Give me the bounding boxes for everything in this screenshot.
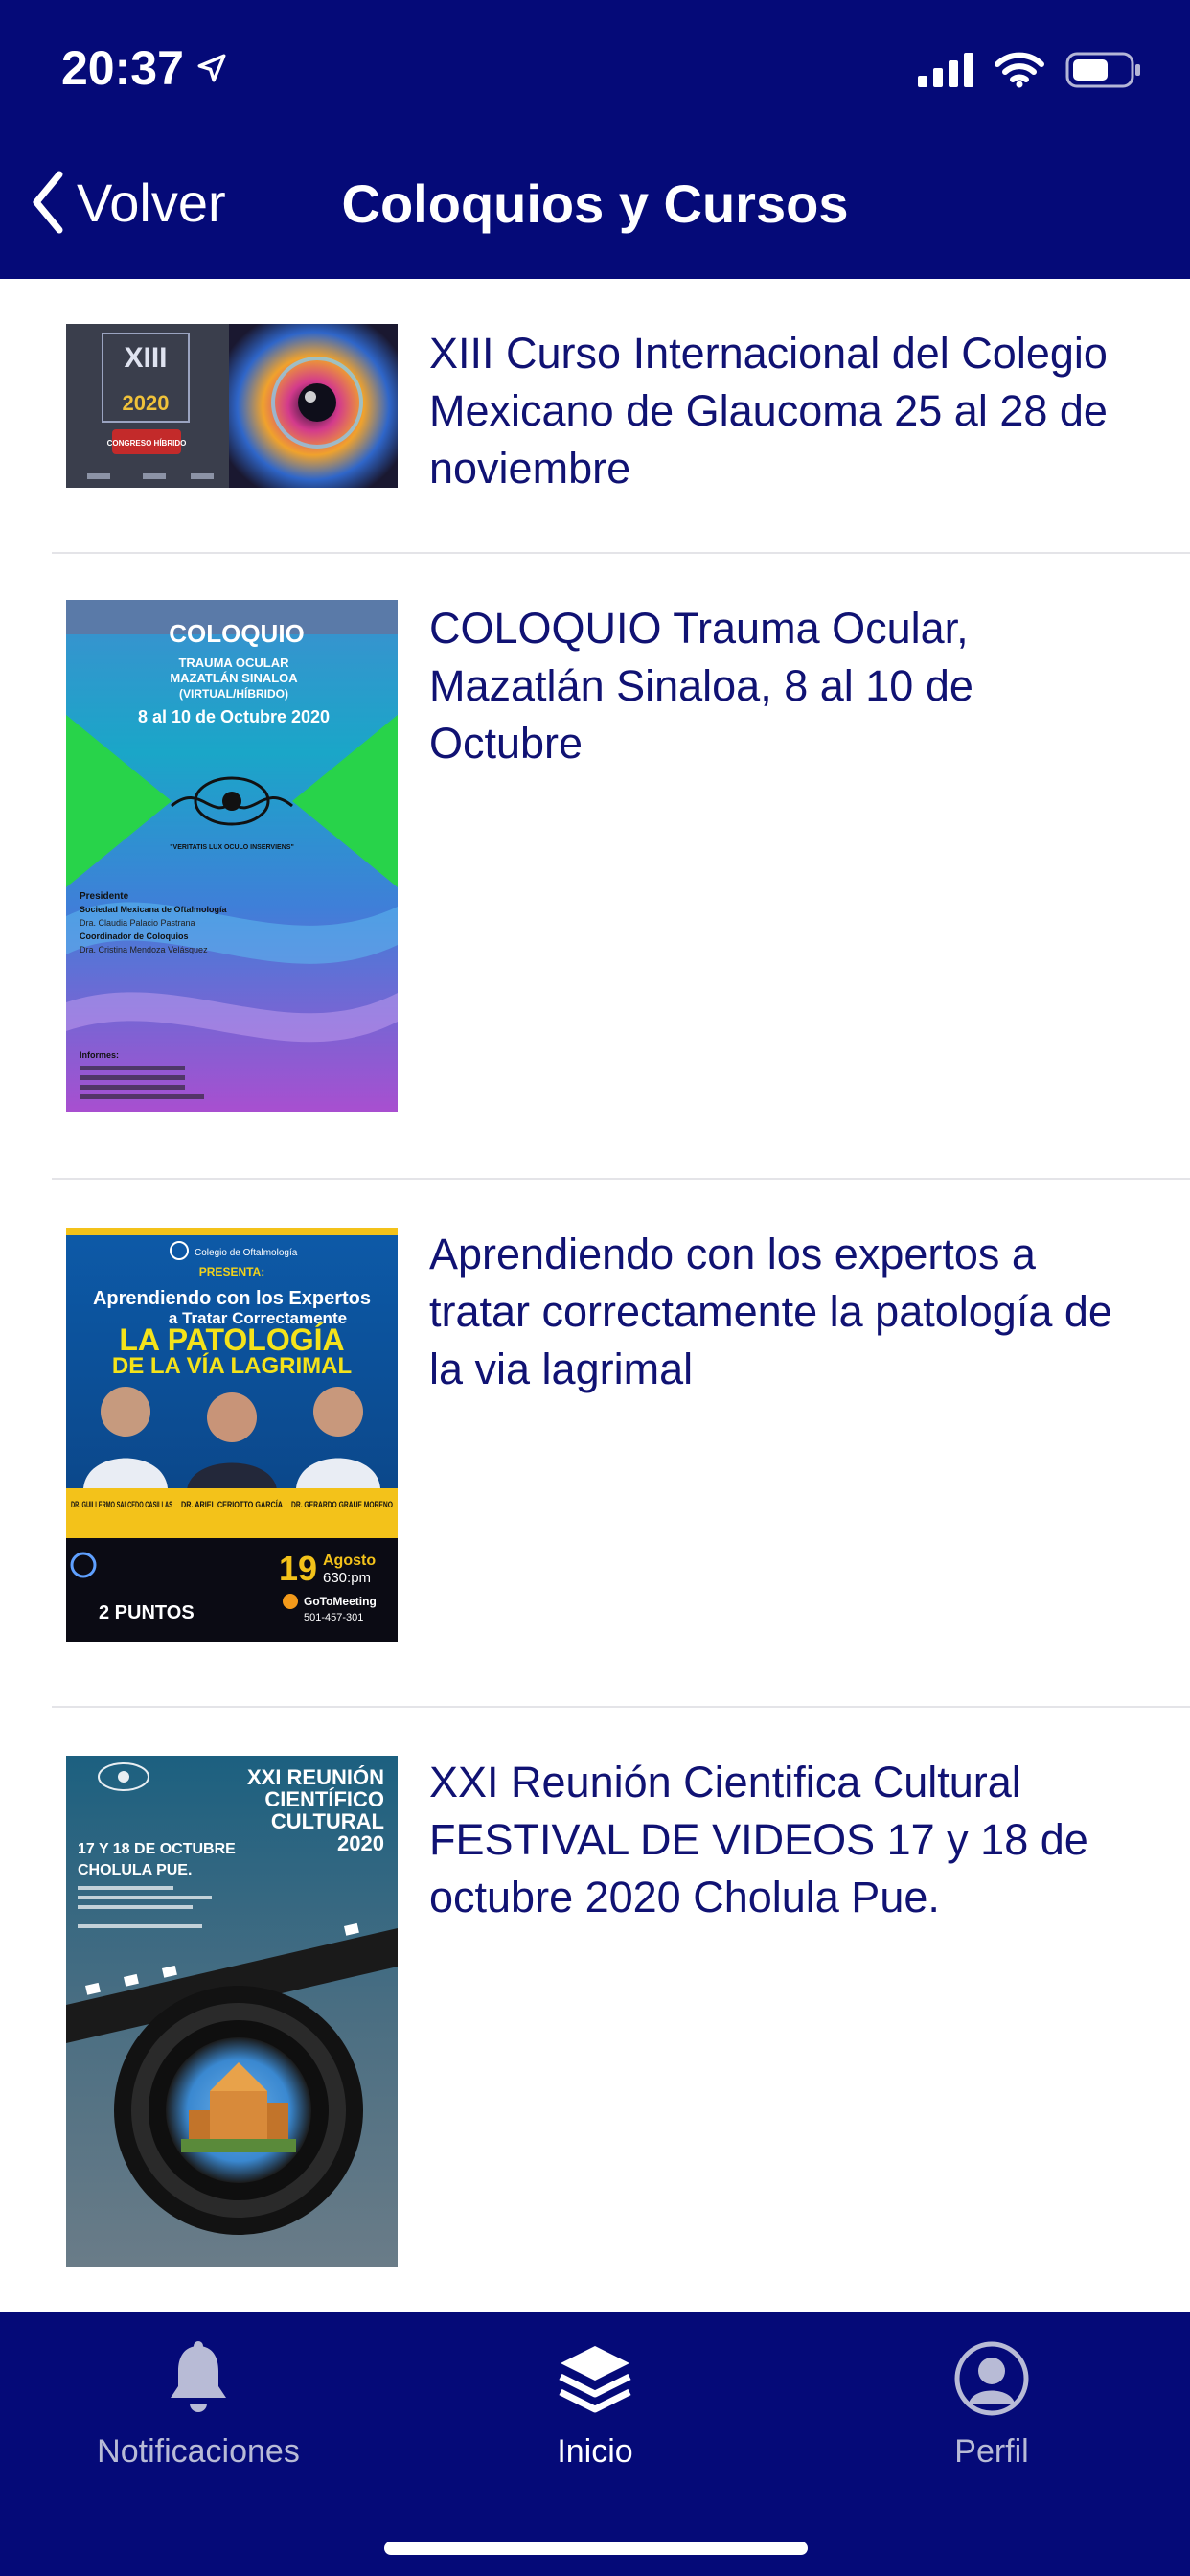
doctor-name-2: DR. ARIEL CERIOTTO GARCÍA bbox=[181, 1500, 283, 1509]
poster-l1: Aprendiendo con los Expertos bbox=[93, 1288, 371, 1309]
navigation-header: 20:37 Volver Coloquios y Cursos bbox=[0, 0, 1190, 279]
profile-icon bbox=[954, 2341, 1029, 2416]
list-item[interactable]: Colegio de Oftalmología PRESENTA: Aprend… bbox=[0, 1180, 1190, 1708]
wifi-icon bbox=[995, 52, 1044, 88]
poster-day: 19 bbox=[279, 1549, 317, 1588]
poster-title: COLOQUIO bbox=[169, 619, 305, 648]
poster-place: CHOLULA PUE. bbox=[78, 1862, 192, 1878]
poster-org: Colegio de Oftalmología bbox=[195, 1248, 298, 1258]
poster-t1: XXI REUNIÓN bbox=[247, 1765, 384, 1789]
signal-icon bbox=[918, 53, 973, 87]
poster-thumbnail: XXI REUNIÓN CIENTÍFICO CULTURAL 2020 17 … bbox=[66, 1756, 398, 2267]
page-title: Coloquios y Cursos bbox=[341, 173, 849, 234]
poster-year: 2020 bbox=[123, 391, 170, 415]
poster-p5: Dra. Cristina Mendoza Velásquez bbox=[80, 945, 208, 954]
tab-inicio[interactable]: Inicio bbox=[397, 2340, 793, 2471]
bell-icon bbox=[171, 2341, 226, 2412]
poster-p1: Presidente bbox=[80, 891, 129, 902]
list-item[interactable]: XXI REUNIÓN CIENTÍFICO CULTURAL 2020 17 … bbox=[0, 1708, 1190, 2312]
poster-p4: Coordinador de Coloquios bbox=[80, 932, 189, 941]
tab-perfil[interactable]: Perfil bbox=[793, 2340, 1190, 2471]
doctor-name-1: DR. GUILLERMO SALCEDO CASILLAS bbox=[71, 1500, 172, 1509]
tab-label: Inicio bbox=[557, 2433, 633, 2470]
poster-meeting: GoToMeeting bbox=[304, 1595, 377, 1608]
poster-line1: TRAUMA OCULAR bbox=[178, 656, 289, 670]
poster-hour: 630:pm bbox=[323, 1570, 371, 1586]
poster-month: Agosto bbox=[323, 1552, 376, 1569]
poster-badge: CONGRESO HÍBRIDO bbox=[107, 439, 187, 448]
poster-thumbnail: COLOQUIO TRAUMA OCULAR MAZATLÁN SINALOA … bbox=[66, 600, 398, 1112]
list-item[interactable]: COLOQUIO TRAUMA OCULAR MAZATLÁN SINALOA … bbox=[0, 554, 1190, 1180]
doctor-name-3: DR. GERARDO GRAUE MORENO bbox=[291, 1500, 393, 1509]
poster-puntos: 2 PUNTOS bbox=[99, 1602, 195, 1623]
status-bar-time: 20:37 bbox=[61, 40, 228, 96]
tab-bar: Notificaciones Inicio Perfil bbox=[0, 2312, 1190, 2576]
status-icons bbox=[918, 52, 1142, 88]
item-title: XIII Curso Internacional del Colegio Mex… bbox=[429, 329, 1108, 493]
poster-motto: "VERITATIS LUX OCULO INSERVIENS" bbox=[170, 844, 294, 851]
poster-p3: Dra. Claudia Palacio Pastrana bbox=[80, 918, 195, 928]
battery-icon bbox=[1065, 52, 1140, 88]
poster-thumbnail: XIII 2020 CONGRESO HÍBRIDO bbox=[66, 324, 398, 488]
poster-presenta: PRESENTA: bbox=[199, 1265, 264, 1278]
tab-label: Perfil bbox=[954, 2433, 1029, 2470]
poster-line3: (VIRTUAL/HÍBRIDO) bbox=[179, 686, 288, 701]
poster-l3: LA PATOLOGÍA bbox=[119, 1322, 344, 1357]
poster-meeting-id: 501-457-301 bbox=[304, 1612, 363, 1623]
poster-t2: CIENTÍFICO bbox=[264, 1787, 384, 1811]
item-title: XXI Reunión Cientifica Cultural FESTIVAL… bbox=[429, 1758, 1088, 1921]
item-title: COLOQUIO Trauma Ocular, Mazatlán Sinaloa… bbox=[429, 604, 973, 768]
home-indicator bbox=[384, 2542, 808, 2555]
layers-icon bbox=[559, 2346, 631, 2413]
poster-big: XIII bbox=[124, 342, 167, 374]
tab-notificaciones[interactable]: Notificaciones bbox=[0, 2340, 397, 2471]
poster-date: 17 Y 18 DE OCTUBRE bbox=[78, 1841, 236, 1857]
poster-thumbnail: Colegio de Oftalmología PRESENTA: Aprend… bbox=[66, 1228, 398, 1642]
poster-l4: DE LA VÍA LAGRIMAL bbox=[112, 1352, 352, 1379]
poster-t4: 2020 bbox=[337, 1831, 384, 1855]
poster-line2: MAZATLÁN SINALOA bbox=[170, 671, 298, 685]
tab-label: Notificaciones bbox=[97, 2433, 300, 2470]
time-label: 20:37 bbox=[61, 41, 184, 95]
poster-informes: Informes: bbox=[80, 1050, 119, 1060]
list-item[interactable]: XIII 2020 CONGRESO HÍBRIDO XIII Curso In… bbox=[0, 279, 1190, 554]
item-title: Aprendiendo con los expertos a tratar co… bbox=[429, 1230, 1112, 1393]
poster-p2: Sociedad Mexicana de Oftalmología bbox=[80, 905, 228, 914]
location-arrow-icon bbox=[197, 54, 226, 82]
poster-t3: CULTURAL bbox=[271, 1809, 384, 1833]
poster-date: 8 al 10 de Octubre 2020 bbox=[138, 707, 330, 726]
